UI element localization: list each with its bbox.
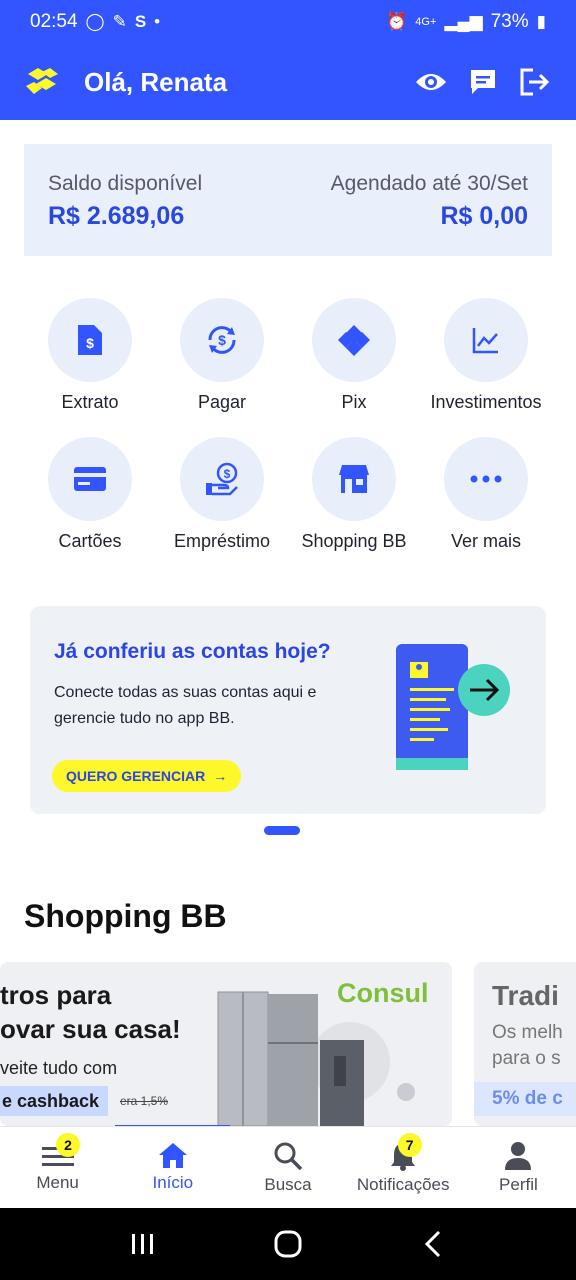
loan-icon: $ <box>206 462 238 496</box>
shortcut-investimentos[interactable]: Investimentos <box>420 298 552 413</box>
status-bar: 02:54 ◯ ✎ S • ⏰ 4G+ ▂▄▆ 73% ▮ <box>0 0 576 44</box>
pix-icon <box>338 325 370 356</box>
svg-text:$: $ <box>224 467 231 481</box>
carousel-indicator[interactable] <box>264 826 300 835</box>
shortcut-pagar[interactable]: $ Pagar <box>156 298 288 413</box>
nav-menu[interactable]: 2 Menu <box>0 1127 115 1208</box>
logout-icon <box>520 68 550 96</box>
bb-logo-icon <box>26 68 58 94</box>
greeting: Olá, Renata <box>84 66 228 97</box>
shortcut-label: Cartões <box>58 531 122 551</box>
nav-perfil[interactable]: Perfil <box>461 1127 576 1208</box>
network-type: 4G+ <box>415 16 437 28</box>
card-cashback-badge: 5% de c <box>474 1082 576 1116</box>
card-subtext-1: Os melh <box>492 1022 563 1043</box>
old-cashback: era 1,5% <box>120 1094 169 1108</box>
status-time: 02:54 <box>30 11 78 32</box>
system-nav-bar <box>0 1208 576 1280</box>
nav-label: Notificações <box>356 1175 450 1194</box>
shortcut-pix[interactable]: Pix <box>288 298 420 413</box>
shortcut-label: Shopping BB <box>301 531 407 551</box>
nav-busca[interactable]: Busca <box>230 1127 345 1208</box>
card-icon <box>74 467 106 491</box>
shortcuts-grid: $ Extrato $ Pagar Pix Investimentos Cart… <box>24 298 552 552</box>
search-icon <box>274 1142 303 1171</box>
bottom-nav: 2 Menu Início Busca 7 Notificações Perfi… <box>0 1126 576 1208</box>
back-icon <box>425 1230 441 1258</box>
home-icon <box>158 1143 187 1168</box>
shortcut-ver-mais[interactable]: Ver mais <box>420 437 552 552</box>
chat-button[interactable] <box>466 65 500 99</box>
tools-icon: ✎ <box>112 12 127 31</box>
svg-text:$: $ <box>218 332 226 348</box>
shortcut-extrato[interactable]: $ Extrato <box>24 298 156 413</box>
scheduled-label: Agendado até 30/Set <box>330 172 528 195</box>
alarm-icon: ⏰ <box>386 12 408 31</box>
card-title: Tradi <box>492 980 559 1011</box>
svg-text:$: $ <box>86 335 94 351</box>
shortcut-label: Investimentos <box>430 392 542 412</box>
cashback-badge: e cashback <box>0 1086 108 1116</box>
shortcut-label: Extrato <box>61 392 119 412</box>
home-system-button[interactable] <box>268 1224 308 1264</box>
signal-icon: ▂▄▆ <box>444 12 483 31</box>
statement-icon: $ <box>78 325 102 355</box>
shortcut-emprestimo[interactable]: $ Empréstimo <box>156 437 288 552</box>
app-header: Olá, Renata <box>0 44 576 120</box>
app-s-icon: S <box>134 12 147 31</box>
eye-icon <box>416 74 446 90</box>
card-subtext: veite tudo com <box>0 1058 118 1078</box>
nav-label: Menu <box>36 1173 79 1192</box>
chart-icon <box>472 328 498 354</box>
arrow-right-icon: → <box>213 768 228 784</box>
menu-badge: 2 <box>56 1133 80 1157</box>
notifications-badge: 7 <box>397 1133 422 1157</box>
promo-title: Já conferiu as contas hoje? <box>54 640 331 663</box>
card-headline-2: ovar sua casa! <box>0 1014 181 1044</box>
promo-cta-button[interactable]: QUERO GERENCIAR → <box>52 760 242 792</box>
nav-notificacoes[interactable]: 7 Notificações <box>346 1127 461 1208</box>
home-circle-icon <box>274 1230 302 1258</box>
shortcut-label: Empréstimo <box>173 531 271 551</box>
consul-logo: Consul <box>337 978 429 1008</box>
shortcut-label: Pix <box>341 392 367 412</box>
nav-label: Busca <box>264 1175 312 1194</box>
app-root: 02:54 ◯ ✎ S • ⏰ 4G+ ▂▄▆ 73% ▮ Olá, Renat… <box>0 0 576 1280</box>
shortcut-label: Ver mais <box>450 531 522 551</box>
card-subtext-2: para o s <box>492 1048 561 1069</box>
shortcut-cartoes[interactable]: Cartões <box>24 437 156 552</box>
shopping-section-title: Shopping BB <box>24 898 227 934</box>
show-balance-button[interactable] <box>414 65 448 99</box>
dot-icon: • <box>154 12 161 31</box>
pay-icon: $ <box>208 326 236 354</box>
card-headline-1: tros para <box>0 980 112 1010</box>
more-icon <box>470 475 502 483</box>
store-icon <box>339 465 369 493</box>
nav-label: Perfil <box>499 1175 538 1194</box>
chat-icon <box>471 70 495 94</box>
recent-apps-button[interactable] <box>123 1224 163 1264</box>
nav-label: Início <box>152 1173 194 1192</box>
back-button[interactable] <box>413 1224 453 1264</box>
logout-button[interactable] <box>518 65 552 99</box>
promo-cta-label: QUERO GERENCIAR <box>66 768 206 784</box>
available-balance-label: Saldo disponível <box>48 172 203 195</box>
promo-banner[interactable]: Já conferiu as contas hoje? Conecte toda… <box>30 606 546 814</box>
shopping-card-consul[interactable]: tros para ovar sua casa! veite tudo com … <box>0 962 452 1126</box>
shortcut-label: Pagar <box>197 392 247 412</box>
nav-inicio[interactable]: Início <box>115 1127 230 1208</box>
promo-text: Conecte todas as suas contas aqui e gere… <box>54 684 317 727</box>
battery-level: 73% <box>490 11 529 32</box>
profile-icon <box>505 1142 532 1170</box>
available-balance-value: R$ 2.689,06 <box>48 202 185 230</box>
whatsapp-icon: ◯ <box>85 12 105 31</box>
battery-icon: ▮ <box>536 12 546 31</box>
scheduled-value: R$ 0,00 <box>440 202 528 230</box>
shortcut-shopping-bb[interactable]: Shopping BB <box>288 437 420 552</box>
shopping-card-next[interactable]: Tradi Os melh para o s 5% de c <box>474 962 576 1126</box>
recent-apps-icon <box>131 1234 153 1254</box>
phone-illustration-icon <box>396 644 510 770</box>
balance-panel: Saldo disponível R$ 2.689,06 Agendado at… <box>24 144 552 256</box>
